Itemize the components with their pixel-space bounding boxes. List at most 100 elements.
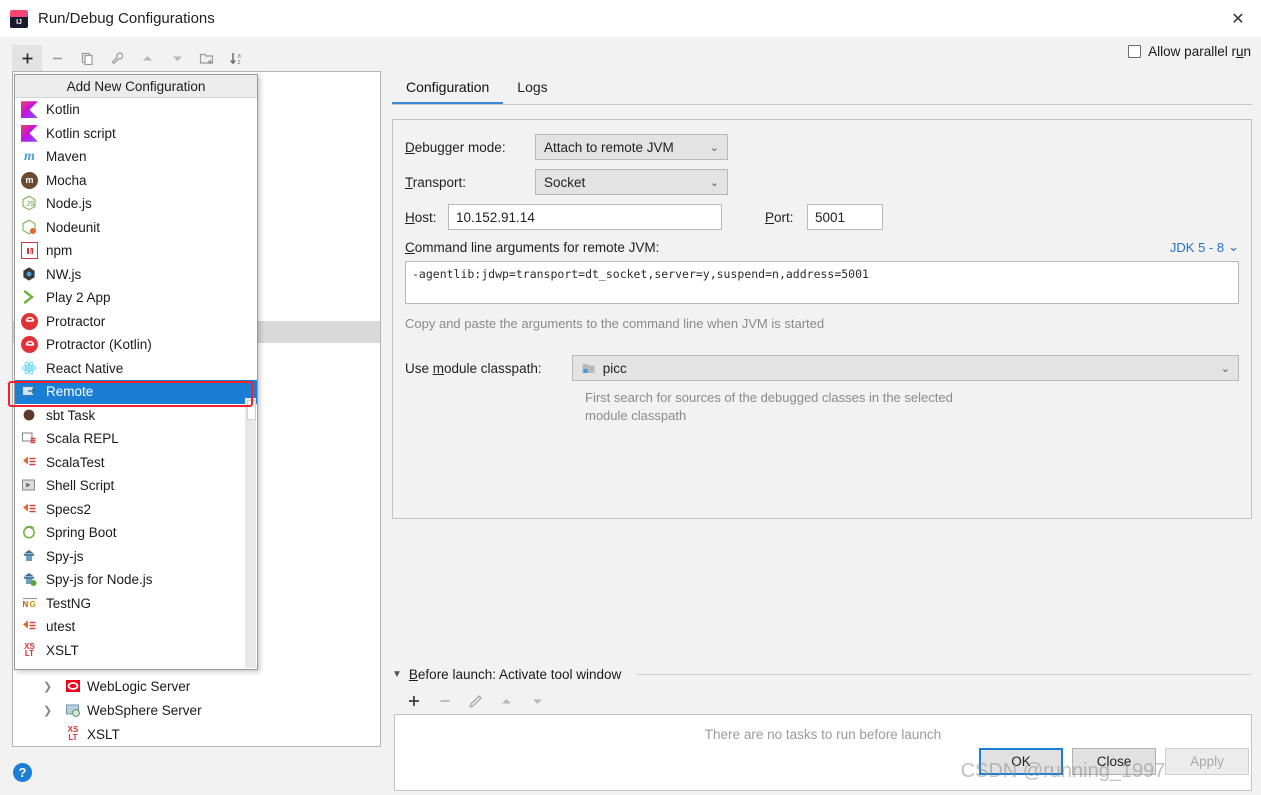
svg-text:a: a xyxy=(238,53,242,59)
configuration-type-list[interactable]: Kotlin Kotlin script m Maven m Mocha JS … xyxy=(15,98,257,669)
list-item-label: Play 2 App xyxy=(46,290,111,306)
arrow-down-icon[interactable] xyxy=(162,45,192,71)
list-item-scala-repl[interactable]: Scala REPL xyxy=(15,427,257,451)
chevron-right-icon[interactable]: ❯ xyxy=(43,680,52,693)
list-item-kotlin[interactable]: Kotlin xyxy=(15,98,257,122)
debugger-mode-label: Debugger mode: xyxy=(405,139,506,155)
list-item-protractor[interactable]: Protractor xyxy=(15,310,257,334)
help-icon[interactable]: ? xyxy=(13,763,32,782)
tree-item-label: WebLogic Server xyxy=(87,678,191,694)
list-item-play-2-app[interactable]: Play 2 App xyxy=(15,286,257,310)
tab-configuration[interactable]: Configuration xyxy=(392,71,504,104)
list-item-maven[interactable]: m Maven xyxy=(15,145,257,169)
remove-configuration-button[interactable] xyxy=(42,45,72,71)
list-item-testng[interactable]: NG TestNG xyxy=(15,592,257,616)
list-item-label: XSLT xyxy=(46,642,79,658)
xslt-icon: XS LT xyxy=(67,725,79,742)
move-task-up-button[interactable] xyxy=(491,689,522,713)
tree-item-websphere-server[interactable]: ❯ WebSphere Server xyxy=(13,698,380,722)
folder-add-icon[interactable] xyxy=(192,45,222,71)
copy-configuration-button[interactable] xyxy=(72,45,102,71)
list-item-kotlin-script[interactable]: Kotlin script xyxy=(15,122,257,146)
list-item-label: Protractor xyxy=(46,313,106,329)
list-item-label: Spy-js xyxy=(46,548,84,564)
list-item-xslt[interactable]: XS LT XSLT xyxy=(15,639,257,663)
module-classpath-hint-line1: First search for sources of the debugged… xyxy=(585,390,953,405)
popup-scrollbar-thumb[interactable] xyxy=(247,400,256,420)
port-label: Port: xyxy=(765,209,794,225)
tree-item-xslt[interactable]: XS LT XSLT xyxy=(13,722,380,746)
editor-tabs: Configuration Logs xyxy=(392,71,1252,105)
spyjs-node-icon xyxy=(21,571,38,588)
list-item-protractor-kotlin[interactable]: Protractor (Kotlin) xyxy=(15,333,257,357)
popup-scrollbar-track[interactable] xyxy=(245,398,256,668)
tab-logs[interactable]: Logs xyxy=(503,71,561,104)
module-classpath-hint-line2: module classpath xyxy=(585,408,687,423)
move-task-down-button[interactable] xyxy=(522,689,553,713)
list-item-remote[interactable]: Remote xyxy=(15,380,257,404)
list-item-spy-js[interactable]: Spy-js xyxy=(15,545,257,569)
list-item-spring-boot[interactable]: Spring Boot xyxy=(15,521,257,545)
add-configuration-button[interactable] xyxy=(12,45,42,71)
protractor-icon xyxy=(21,312,38,330)
chevron-down-icon: ⌄ xyxy=(1220,362,1230,375)
list-item-spy-js-for-nodejs[interactable]: Spy-js for Node.js xyxy=(15,568,257,592)
sort-az-icon[interactable]: a z xyxy=(222,45,252,71)
titlebar: Run/Debug Configurations ✕ xyxy=(0,0,1261,37)
pencil-icon[interactable] xyxy=(460,689,491,713)
debugger-mode-select[interactable]: Attach to remote JVM ⌄ xyxy=(535,134,728,160)
svg-text:JS: JS xyxy=(26,201,35,208)
list-item-label: Shell Script xyxy=(46,478,115,494)
list-item-label: sbt Task xyxy=(46,407,96,423)
configuration-form: Debugger mode: Attach to remote JVM ⌄ Tr… xyxy=(392,119,1252,519)
tree-item-label: WebSphere Server xyxy=(87,702,202,718)
add-new-configuration-popup[interactable]: Add New Configuration Kotlin Kotlin scri… xyxy=(14,74,258,670)
chevron-down-icon: ⌄ xyxy=(1228,239,1239,254)
module-classpath-row: Use module classpath: picc ⌄ xyxy=(405,355,1239,381)
list-item-specs2[interactable]: Specs2 xyxy=(15,498,257,522)
allow-parallel-run-checkbox[interactable]: Allow parallel run xyxy=(1128,44,1251,59)
testng-icon: NG xyxy=(21,595,38,612)
list-item-mocha[interactable]: m Mocha xyxy=(15,169,257,193)
list-item-nodeunit[interactable]: Nodeunit xyxy=(15,216,257,240)
transport-row: Transport: Socket ⌄ xyxy=(405,169,1239,195)
arrow-up-icon[interactable] xyxy=(132,45,162,71)
list-item-utest[interactable]: utest xyxy=(15,615,257,639)
list-item-shell-script[interactable]: Shell Script xyxy=(15,474,257,498)
allow-parallel-run-checkbox-box[interactable] xyxy=(1128,45,1142,58)
remove-task-button[interactable] xyxy=(429,689,460,713)
run-debug-configurations-dialog: Run/Debug Configurations ✕ xyxy=(0,0,1261,795)
list-item-nodejs[interactable]: JS Node.js xyxy=(15,192,257,216)
nodeunit-icon xyxy=(21,219,38,236)
list-item-nwjs[interactable]: NW.js xyxy=(15,263,257,287)
close-icon[interactable]: ✕ xyxy=(1215,0,1261,37)
transport-select[interactable]: Socket ⌄ xyxy=(535,169,728,195)
window-title: Run/Debug Configurations xyxy=(38,10,215,27)
module-classpath-select[interactable]: picc ⌄ xyxy=(571,355,1239,381)
protractor-icon xyxy=(21,336,38,354)
list-item-scalatest[interactable]: ScalaTest xyxy=(15,451,257,475)
chevron-right-icon[interactable]: ❯ xyxy=(43,704,52,717)
before-launch-header[interactable]: ▼ Before launch: Activate tool window xyxy=(392,667,1252,682)
port-input[interactable]: 5001 xyxy=(807,204,883,230)
list-item-label: npm xyxy=(46,243,73,259)
add-task-button[interactable] xyxy=(398,689,429,713)
configuration-editor-pane: Configuration Logs Debugger mode: Attach… xyxy=(392,71,1252,649)
list-item-sbt-task[interactable]: sbt Task xyxy=(15,404,257,428)
apply-button[interactable]: Apply xyxy=(1165,748,1249,775)
host-input[interactable]: 10.152.91.14 xyxy=(448,204,722,230)
wrench-icon[interactable] xyxy=(102,45,132,71)
list-item-react-native[interactable]: React Native xyxy=(15,357,257,381)
ok-button[interactable]: OK xyxy=(979,748,1063,775)
jdk-version-selector[interactable]: JDK 5 - 8 ⌄ xyxy=(1170,239,1239,255)
configurations-toolbar: a z xyxy=(12,45,252,71)
before-launch-empty-text: There are no tasks to run before launch xyxy=(704,727,942,742)
tree-item-weblogic-server[interactable]: ❯ WebLogic Server xyxy=(13,674,380,698)
popup-title: Add New Configuration xyxy=(15,75,257,98)
triangle-down-icon[interactable]: ▼ xyxy=(392,669,402,680)
spring-boot-icon xyxy=(21,524,38,541)
command-line-arguments-field[interactable]: -agentlib:jdwp=transport=dt_socket,serve… xyxy=(405,261,1239,304)
list-item-npm[interactable]: npm xyxy=(15,239,257,263)
list-item-label: TestNG xyxy=(46,595,92,611)
close-button[interactable]: Close xyxy=(1072,748,1156,775)
